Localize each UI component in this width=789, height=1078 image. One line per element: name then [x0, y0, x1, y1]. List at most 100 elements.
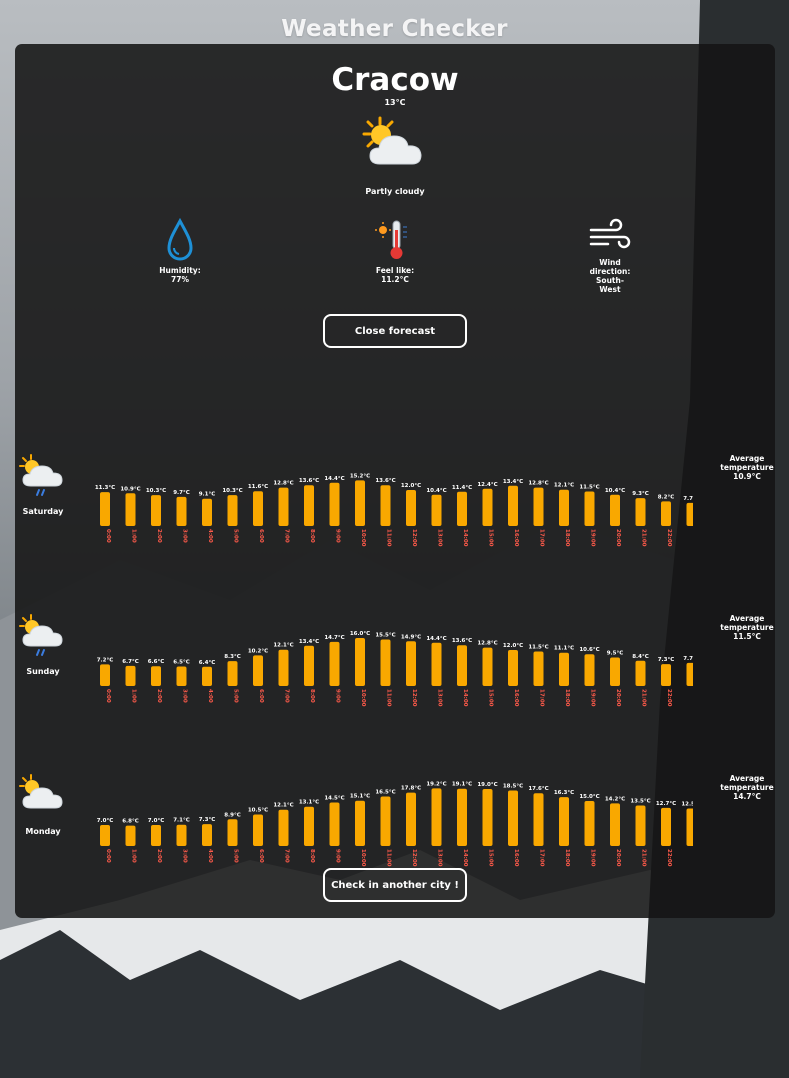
hour-label: 6:00 [258, 689, 264, 703]
temperature-value-label: 7.0°C [148, 818, 165, 824]
temperature-value-label: 8.2°C [658, 494, 675, 500]
average-temperature-value: 14.7°C [733, 792, 761, 801]
temperature-value-label: 12.1°C [554, 483, 574, 489]
temperature-bar [329, 641, 340, 686]
temperature-value-label: 16.3°C [554, 790, 574, 796]
temperature-value-label: 12.0°C [401, 483, 421, 489]
temperature-value-label: 15.5°C [375, 633, 395, 639]
temperature-bar [533, 793, 544, 846]
temperature-bar [253, 655, 263, 686]
temperature-value-label: 16.5°C [375, 790, 395, 796]
hour-label: 2:00 [156, 689, 162, 703]
temperature-value-label: 12.8°C [477, 641, 497, 647]
thermometer-icon [375, 220, 407, 259]
temperature-bar [508, 485, 518, 526]
temperature-bar [584, 491, 595, 526]
hour-label: 15:00 [488, 849, 494, 867]
temperature-bar [584, 801, 595, 846]
hour-label: 21:00 [641, 849, 647, 867]
temperature-bar [329, 802, 340, 846]
temperature-bar [482, 488, 493, 526]
hour-label: 16:00 [513, 689, 519, 707]
average-temperature-label: Average temperature [720, 454, 774, 472]
day-name: Monday [25, 827, 61, 836]
hour-label: 12:00 [411, 849, 417, 867]
hour-label: 8:00 [309, 689, 315, 703]
hour-label: 3:00 [182, 689, 188, 703]
temperature-value-label: 14.4°C [426, 636, 446, 642]
hour-label: 20:00 [615, 689, 621, 707]
temperature-value-label: 10.3°C [146, 488, 166, 494]
temperature-value-label: 12.1°C [273, 643, 293, 649]
temperature-value-label: 19.0°C [477, 782, 497, 788]
temperature-bar [686, 662, 693, 686]
temperature-bar [635, 660, 646, 686]
temperature-value-label: 19.2°C [426, 781, 446, 787]
temperature-value-label: 6.6°C [148, 659, 165, 665]
check-another-city-button[interactable]: Check in another city ! [323, 868, 467, 902]
partly-cloudy-icon [362, 116, 422, 165]
temperature-bar [227, 495, 238, 526]
hour-label: 20:00 [615, 849, 621, 867]
hour-label: 22:00 [666, 529, 672, 547]
feel-like-value: 11.2°C [381, 275, 409, 284]
hour-label: 11:00 [386, 689, 392, 707]
temperature-value-label: 17.8°C [401, 786, 421, 792]
temperature-bar [355, 480, 365, 526]
hour-label: 23:00 [692, 689, 694, 707]
close-forecast-button[interactable]: Close forecast [323, 314, 467, 348]
temperature-bar [406, 792, 416, 846]
wind-direction-stat: Wind direction: South-West [550, 218, 670, 294]
temperature-value-label: 7.1°C [173, 818, 190, 824]
hourly-temperature-chart: 7.2°C 0:00 6.7°C 1:00 6.6°C 2:00 6.5°C 3:00 6.4°… [97, 631, 694, 707]
current-temperature: 13°C [384, 98, 406, 107]
temperature-bar [584, 654, 595, 686]
temperature-value-label: 14.9°C [401, 634, 421, 640]
hour-label: 13:00 [437, 689, 443, 707]
hour-label: 12:00 [411, 689, 417, 707]
temperature-value-label: 9.3°C [632, 491, 649, 497]
wind-icon [589, 218, 631, 249]
temperature-value-label: 12.7°C [656, 801, 676, 807]
temperature-bar [100, 664, 110, 686]
temperature-bar [406, 641, 416, 686]
hour-label: 22:00 [666, 689, 672, 707]
hour-label: 14:00 [462, 849, 468, 867]
average-temperature-label: Average temperature [720, 774, 774, 792]
temperature-bar [533, 651, 544, 686]
temperature-value-label: 13.6°C [452, 638, 472, 644]
temperature-bar [661, 664, 671, 686]
temperature-bar [329, 482, 340, 526]
temperature-bar [508, 790, 518, 846]
hour-label: 8:00 [309, 529, 315, 543]
weather-card: Cracow 13°C Partly cloudy Humidity: 77% [15, 44, 775, 918]
app-title: Weather Checker [281, 16, 508, 42]
temperature-value-label: 12.0°C [503, 643, 523, 649]
hour-label: 10:00 [360, 529, 366, 547]
average-temperature-value: 10.9°C [733, 472, 761, 481]
hour-label: 0:00 [105, 849, 111, 863]
hour-label: 19:00 [590, 529, 596, 547]
temperature-bar [610, 657, 620, 686]
temperature-bar [202, 666, 212, 686]
temperature-bar [176, 666, 187, 686]
temperature-value-label: 14.4°C [324, 476, 344, 482]
average-temperature: Average temperature 10.9°C [717, 454, 777, 481]
average-temperature: Average temperature 11.5°C [717, 614, 777, 641]
hour-label: 19:00 [590, 849, 596, 867]
hour-label: 1:00 [131, 689, 137, 703]
hour-label: 5:00 [233, 689, 239, 703]
temperature-value-label: 12.1°C [273, 803, 293, 809]
temperature-value-label: 9.5°C [607, 651, 624, 657]
hour-label: 0:00 [105, 529, 111, 543]
temperature-bar [661, 807, 671, 846]
hour-label: 3:00 [182, 849, 188, 863]
day-name: Sunday [26, 667, 60, 676]
temperature-value-label: 7.2°C [97, 657, 114, 663]
temperature-bar [202, 824, 212, 846]
temperature-bar [176, 824, 187, 846]
temperature-bar [559, 797, 569, 846]
hour-label: 10:00 [360, 689, 366, 707]
hour-label: 20:00 [615, 529, 621, 547]
wind-label: Wind direction: [589, 258, 631, 276]
